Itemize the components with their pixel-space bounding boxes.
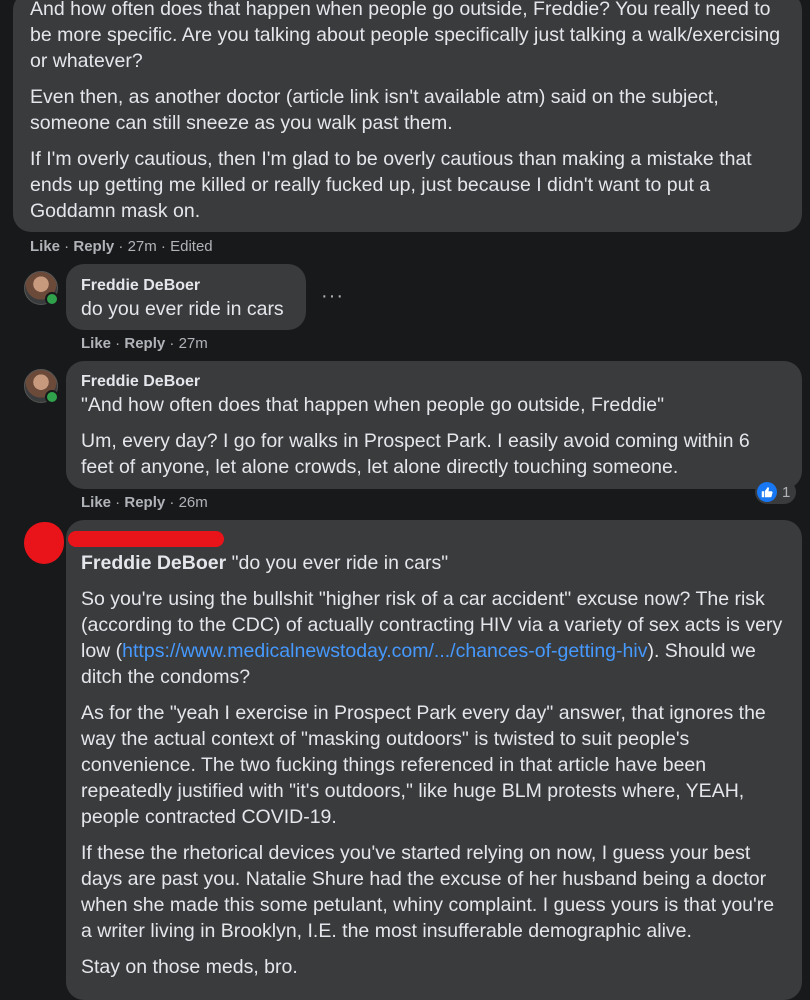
redacted-avatar [24,522,64,564]
online-status-dot [45,292,59,306]
edited-label: Edited [170,238,213,255]
reply-button[interactable]: Reply [124,335,165,352]
comment-bubble-4: Freddie DeBoer "do you ever ride in cars… [66,520,802,1000]
thumbs-up-icon [757,482,777,502]
comment-bubble-3: Freddie DeBoer "And how often does that … [66,361,802,489]
comment-1-paragraph-3: If I'm overly cautious, then I'm glad to… [30,148,752,222]
comment-4-quote: Freddie DeBoer "do you ever ride in cars… [81,550,787,576]
like-button[interactable]: Like [30,238,60,255]
comment-3-actions: Like · Reply · 26m [81,494,208,511]
like-button[interactable]: Like [81,335,111,352]
online-status-dot [45,390,59,404]
reaction-summary[interactable]: 1 [755,480,797,504]
reply-button[interactable]: Reply [124,494,165,511]
reply-button[interactable]: Reply [73,238,114,255]
timestamp[interactable]: 26m [179,494,208,511]
comment-4-paragraph-4: Stay on those meds, bro. [81,956,298,978]
comment-4-paragraph-1: So you're using the bullshit "higher ris… [81,586,787,690]
reaction-count: 1 [782,483,791,501]
comment-1-paragraph-1: And how often does that happen when peop… [30,0,781,72]
comment-bubble-2: Freddie DeBoer do you ever ride in cars [66,264,306,330]
redacted-author-name [68,531,224,547]
article-link[interactable]: https://www.medicalnewstoday.com/.../cha… [122,640,647,662]
comment-3-paragraph-2: Um, every day? I go for walks in Prospec… [81,430,750,478]
comment-2-actions: Like · Reply · 27m [81,335,208,352]
more-options-icon[interactable]: ··· [321,286,344,306]
comment-author[interactable]: Freddie DeBoer [81,372,787,392]
like-button[interactable]: Like [81,494,111,511]
comment-text: do you ever ride in cars [81,298,284,320]
quoted-text: "do you ever ride in cars" [226,552,449,574]
mention-link[interactable]: Freddie DeBoer [81,552,226,574]
comment-4-paragraph-2: As for the "yeah I exercise in Prospect … [81,702,766,828]
timestamp[interactable]: 27m [179,335,208,352]
comment-4-paragraph-3: If these the rhetorical devices you've s… [81,842,775,942]
timestamp[interactable]: 27m [128,238,157,255]
comment-bubble-1: And how often does that happen when peop… [13,0,802,232]
comment-1-paragraph-2: Even then, as another doctor (article li… [30,86,719,134]
comment-1-actions: Like · Reply · 27m · Edited [30,238,213,255]
comment-author[interactable]: Freddie DeBoer [81,276,291,296]
comment-3-paragraph-1: "And how often does that happen when peo… [81,394,665,416]
